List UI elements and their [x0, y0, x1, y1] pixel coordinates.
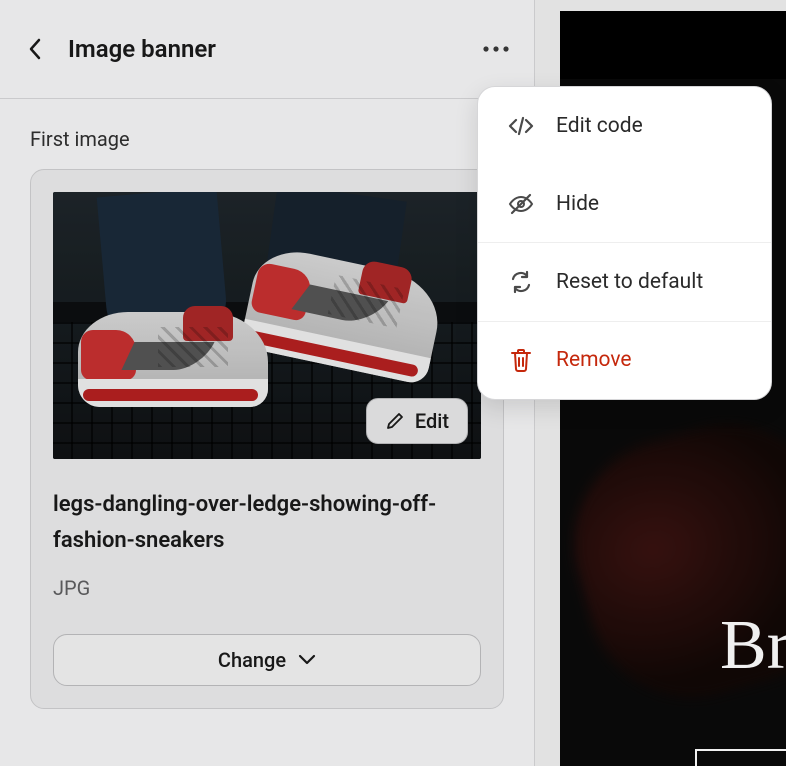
menu-item-edit-code[interactable]: Edit code [478, 87, 771, 165]
menu-item-remove[interactable]: Remove [478, 321, 771, 399]
eye-off-icon [508, 191, 534, 217]
menu-label: Hide [556, 192, 599, 216]
image-extension: JPG [53, 576, 481, 600]
back-button[interactable] [18, 33, 50, 65]
menu-item-hide[interactable]: Hide [478, 165, 771, 243]
header: Image banner [0, 0, 534, 99]
menu-item-reset[interactable]: Reset to default [478, 243, 771, 321]
menu-label: Reset to default [556, 270, 703, 294]
edit-image-button[interactable]: Edit [366, 398, 468, 444]
change-image-button[interactable]: Change [53, 634, 481, 686]
preview-button-outline[interactable] [695, 749, 786, 766]
image-preview[interactable]: Edit [53, 192, 481, 459]
trash-icon [508, 347, 534, 373]
dots-horizontal-icon [483, 46, 509, 52]
change-label: Change [218, 648, 286, 672]
code-icon [508, 113, 534, 139]
page-title: Image banner [68, 35, 458, 63]
chevron-down-icon [298, 654, 316, 665]
content: First image [0, 99, 534, 737]
menu-label: Remove [556, 348, 632, 372]
menu-label: Edit code [556, 114, 643, 138]
preview-heading: Br [720, 606, 786, 686]
pencil-icon [385, 411, 405, 431]
image-card: Edit legs-dangling-over-ledge-showing-of… [30, 169, 504, 709]
image-filename: legs-dangling-over-ledge-showing-off-fas… [53, 487, 481, 560]
chevron-left-icon [28, 38, 41, 60]
context-menu: Edit code Hide Reset to default Remove [477, 86, 772, 400]
edit-label: Edit [415, 409, 449, 433]
more-actions-button[interactable] [476, 29, 516, 69]
reset-icon [508, 269, 534, 295]
editor-sidebar: Image banner First image [0, 0, 535, 766]
section-label: First image [30, 127, 504, 151]
